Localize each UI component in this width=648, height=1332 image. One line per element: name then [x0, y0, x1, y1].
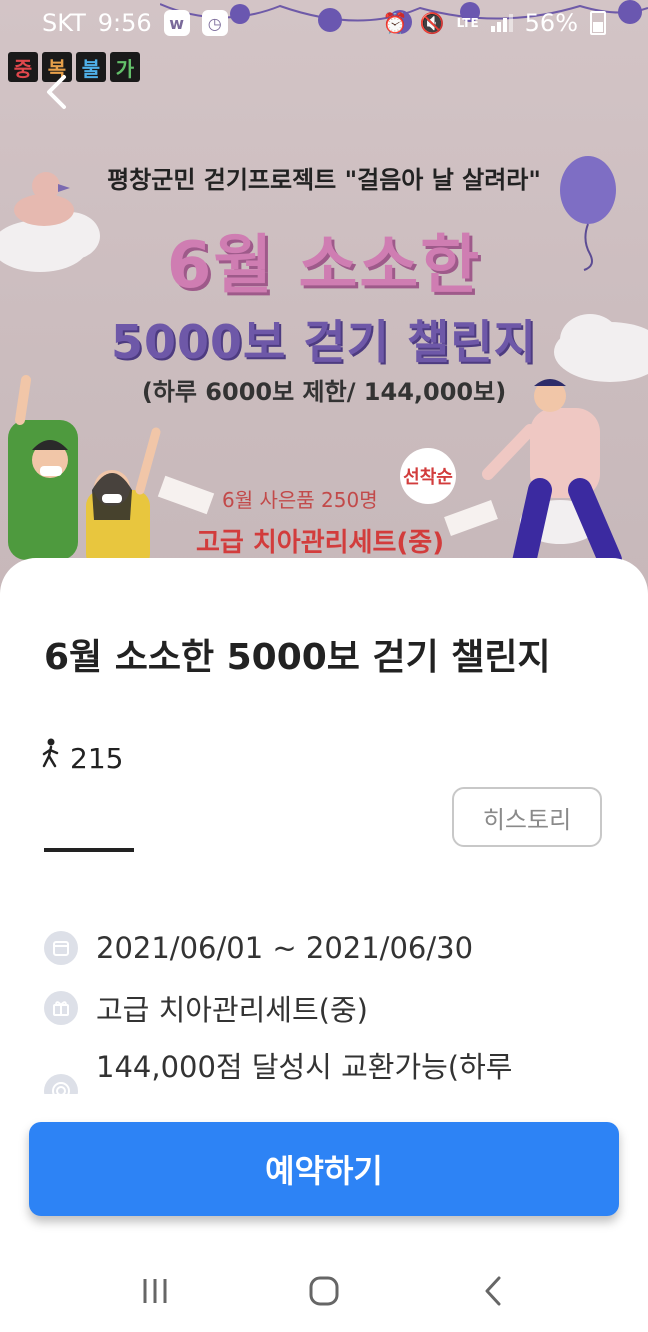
calendar-icon	[44, 931, 78, 965]
banner-title-line1: 6월 소소한	[166, 229, 482, 303]
recent-apps-button[interactable]	[125, 1261, 185, 1321]
home-button[interactable]	[294, 1261, 354, 1321]
challenge-detail-sheet: 6월 소소한 5000보 걷기 챌린지 215 히스토리 2021/06/01 …	[0, 558, 648, 1332]
w-app-icon: w	[163, 10, 190, 36]
reserve-button[interactable]: 예약하기	[29, 1122, 619, 1216]
logo-char: 불	[76, 52, 106, 82]
back-button[interactable]	[36, 70, 76, 114]
banner-title-line2: 5000보 걷기 챌린지	[111, 315, 537, 369]
progress-bar	[44, 848, 134, 852]
battery-label: 56%	[524, 9, 578, 37]
gift-icon	[44, 991, 78, 1025]
recent-apps-icon	[143, 1279, 167, 1303]
logo-char: 가	[110, 52, 140, 82]
condition-text: 144,000점 달성시 교환가능(하루	[96, 1050, 513, 1084]
clock-app-icon: ◷	[201, 10, 228, 36]
status-bar: SKT 9:56 w ◷ ⏰ 🔇 LTE 56%	[0, 0, 648, 46]
banner-subtitle: 평창군민 걷기프로젝트 "걸음아 날 살려라"	[107, 166, 541, 194]
carrier-label: SKT	[42, 9, 86, 37]
system-nav-bar	[0, 1250, 648, 1332]
step-count: 215	[40, 730, 123, 775]
period-row: 2021/06/01 ~ 2021/06/30	[44, 918, 624, 978]
target-icon	[44, 1074, 78, 1094]
chevron-left-icon	[47, 75, 66, 109]
banner-gift-count: 6월 사은품 250명	[222, 488, 378, 512]
time-label: 9:56	[97, 9, 152, 37]
back-icon	[485, 1276, 501, 1306]
network-label: LTE	[456, 16, 479, 30]
logo-char: 중	[8, 52, 38, 82]
steps-value: 215	[70, 742, 124, 775]
battery-icon	[590, 11, 606, 35]
walking-icon	[42, 738, 59, 767]
alarm-icon: ⏰	[382, 11, 408, 35]
signal-icon	[490, 14, 513, 32]
challenge-banner: 중 복 불 가 평창군민 걷기프로젝트 "걸음아 날 살려라" 6월 소소한 5…	[0, 0, 648, 600]
banner-gift-name: 고급 치아관리세트(중)	[196, 528, 445, 558]
first-come-badge: 선착순	[400, 448, 456, 504]
period-text: 2021/06/01 ~ 2021/06/30	[96, 931, 474, 965]
banner-limit: (하루 6000보 제한/ 144,000보)	[141, 378, 507, 406]
condition-row: 144,000점 달성시 교환가능(하루	[44, 1038, 624, 1094]
mute-icon: 🔇	[419, 11, 445, 35]
back-nav-button[interactable]	[463, 1261, 523, 1321]
history-button[interactable]: 히스토리	[452, 787, 602, 847]
reward-row: 고급 치아관리세트(중)	[44, 978, 624, 1038]
challenge-title: 6월 소소한 5000보 걷기 챌린지	[44, 637, 551, 678]
challenge-info-list: 2021/06/01 ~ 2021/06/30 고급 치아관리세트(중) 144…	[44, 918, 624, 1094]
reward-text: 고급 치아관리세트(중)	[96, 993, 368, 1027]
home-icon	[309, 1276, 339, 1306]
